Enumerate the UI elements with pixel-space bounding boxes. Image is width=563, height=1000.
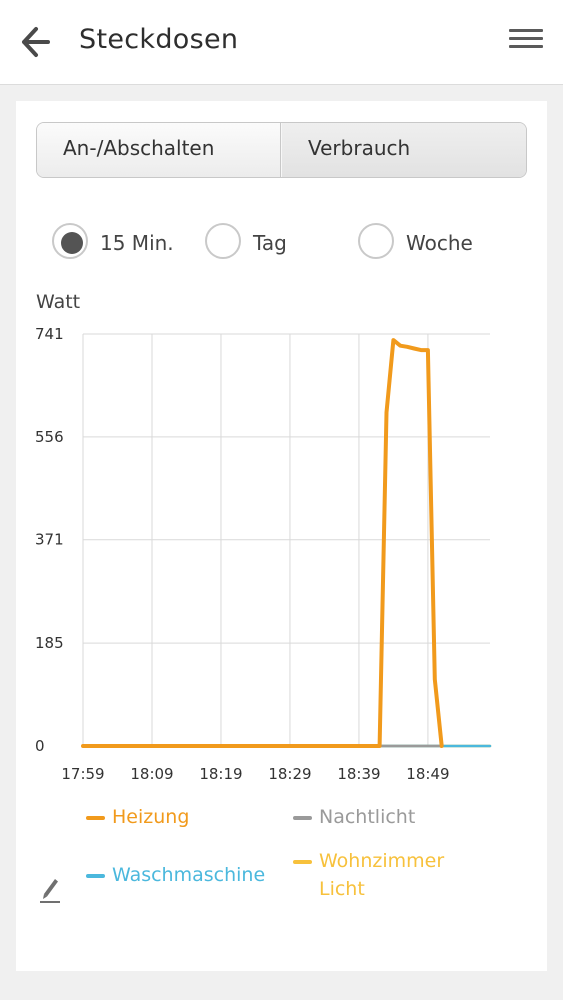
y-tick-label: 556 bbox=[35, 428, 64, 446]
series-line-heizung bbox=[81, 338, 444, 748]
back-button[interactable] bbox=[18, 22, 62, 62]
content-card: An-/Abschalten Verbrauch 15 Min. Tag Woc… bbox=[16, 101, 547, 971]
x-tick-label: 18:39 bbox=[337, 765, 380, 783]
legend-label-line1: Wohnzimmer bbox=[319, 850, 445, 872]
y-tick-label: 0 bbox=[35, 737, 45, 755]
radio-label: Tag bbox=[253, 231, 287, 255]
consumption-chart: 0 185 371 556 741 17:59 18:09 18:19 18:29 18:39 18… bbox=[35, 325, 492, 783]
radio-label: Woche bbox=[406, 231, 473, 255]
page-title: Steckdosen bbox=[79, 24, 239, 55]
hamburger-menu-icon bbox=[509, 29, 543, 32]
legend-label: Waschmaschine bbox=[112, 864, 266, 886]
x-tick-label: 17:59 bbox=[61, 765, 104, 783]
radio-circle bbox=[358, 223, 394, 259]
tab-verbrauch[interactable]: Verbrauch bbox=[282, 123, 526, 177]
radio-selected-dot bbox=[61, 232, 83, 254]
x-tick-label: 18:29 bbox=[268, 765, 311, 783]
x-tick-label: 18:49 bbox=[406, 765, 449, 783]
y-axis-label: Watt bbox=[36, 291, 81, 313]
radio-label: 15 Min. bbox=[100, 231, 174, 255]
x-tick-label: 18:09 bbox=[130, 765, 173, 783]
y-tick-label: 185 bbox=[35, 634, 64, 652]
edit-button[interactable] bbox=[38, 874, 64, 904]
radio-circle bbox=[205, 223, 241, 259]
legend-label: Nachtlicht bbox=[319, 806, 416, 828]
legend-swatch bbox=[293, 860, 312, 864]
y-tick-label: 741 bbox=[35, 325, 64, 343]
legend-label-line2: Licht bbox=[319, 878, 365, 900]
tab-an-abschalten[interactable]: An-/Abschalten bbox=[37, 123, 281, 177]
x-tick-label: 18:19 bbox=[199, 765, 242, 783]
radio-circle bbox=[52, 223, 88, 259]
legend-swatch bbox=[86, 816, 105, 820]
mode-segmented-control: An-/Abschalten Verbrauch bbox=[36, 122, 527, 178]
pencil-icon bbox=[40, 879, 60, 903]
legend-label: Heizung bbox=[112, 806, 190, 828]
app-bar: Steckdosen bbox=[0, 0, 563, 85]
arrow-left-icon bbox=[22, 27, 50, 57]
menu-button[interactable] bbox=[506, 26, 546, 54]
y-tick-label: 371 bbox=[35, 531, 64, 549]
legend-swatch bbox=[86, 874, 105, 878]
legend-swatch bbox=[293, 816, 312, 820]
